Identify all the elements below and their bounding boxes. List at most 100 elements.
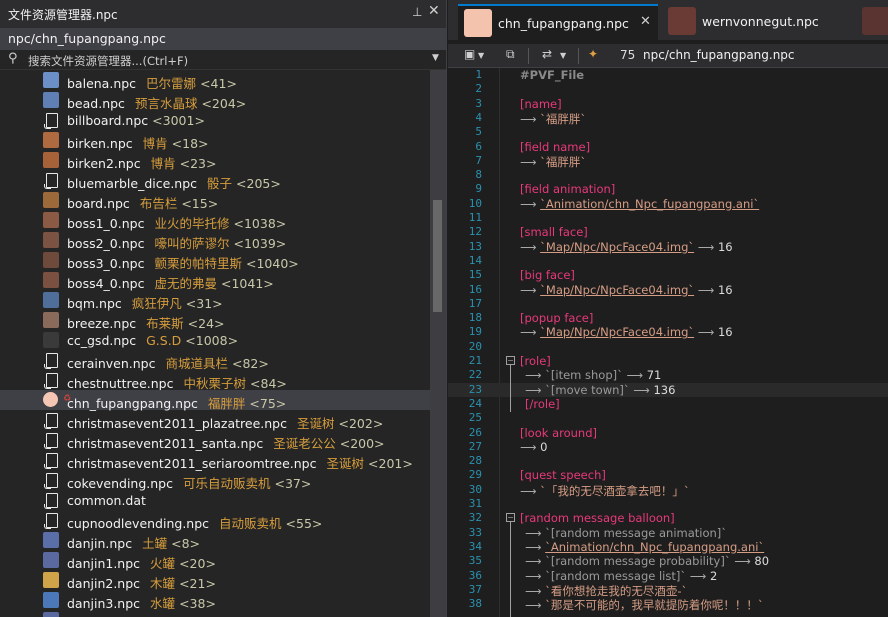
code-token: ⟶ [525, 568, 546, 583]
file-list-item[interactable]: cerainven.npc 商城道具栏 <82> [0, 350, 430, 371]
code-text: ⟶ `Map/Npc/NpcFace04.img` ⟶ 16 [520, 240, 733, 254]
file-name-text: christmasevent2011_seriaroomtree.npc [67, 456, 317, 471]
line-number: 19 [468, 325, 482, 339]
code-token: [big face] [520, 268, 575, 283]
current-path-text: npc/chn_fupangpang.npc [8, 31, 166, 46]
save-icon[interactable]: ▣ [464, 47, 475, 61]
file-list-item[interactable]: cokevending.npc 可乐自动贩卖机 <37> [0, 470, 430, 491]
chevron-down-icon[interactable]: ▼ [478, 51, 484, 60]
explorer-search-bar[interactable]: ⚲ 搜索文件资源管理器...(Ctrl+F) ▼ [0, 50, 446, 70]
code-text: [big face] [520, 268, 575, 282]
code-token: ⟶ [520, 325, 541, 340]
line-number: 10 [468, 196, 482, 210]
split-view-icon[interactable]: ⧉ [506, 47, 515, 62]
file-list-item[interactable]: bqm.npc 疯狂伊凡 <31> [0, 290, 430, 311]
file-list-item[interactable]: boss4_0.npc 虚无的弗曼 <1041> [0, 270, 430, 291]
code-token: [random message balloon] [520, 511, 675, 526]
scroll-document-icon [43, 432, 59, 449]
code-token: [/role] [525, 396, 560, 411]
file-list-item[interactable]: christmasevent2011_plazatree.npc 圣诞树 <202> [0, 410, 430, 431]
file-list-item[interactable]: ♻ chn_fupangpang.npc 福胖胖 <75> [0, 390, 430, 411]
code-line: 17 [448, 297, 888, 311]
file-list-item[interactable]: balena.npc 巴尔雷娜 <41> [0, 70, 430, 91]
file-path: npc/chn_fupangpang.npc [643, 48, 795, 62]
code-token: 0 [540, 439, 548, 454]
tab-wernvonnegut[interactable]: wernvonnegut.npc [662, 4, 852, 40]
code-text: [field animation] [520, 182, 615, 196]
code-line: 38 ⟶ `那是不可能的，我早就提防着你呢！！！` [448, 597, 888, 612]
file-list-item[interactable]: christmasevent2011_seriaroomtree.npc 圣诞树 <… [0, 450, 430, 471]
file-list-item[interactable]: christmasevent2011_santa.npc 圣诞老公公 <200> [0, 430, 430, 451]
code-token: [field animation] [520, 182, 616, 197]
code-token: ⟶ [520, 439, 541, 454]
npc-display-name: 预言水晶球 [134, 96, 198, 111]
npc-display-name: G.S.D [146, 333, 182, 348]
code-editor[interactable]: 1 #PVF_File 2 3 [name] 4 ⟶ `福胖胖` 5 6 [field name]… [448, 68, 888, 617]
line-number: 31 [468, 497, 482, 510]
npc-avatar-icon [43, 132, 59, 148]
npc-id: <1039> [233, 236, 287, 251]
file-list-item[interactable]: breeze.npc 布莱斯 <24> [0, 310, 430, 331]
code-text: ⟶ `[item shop]` ⟶ 71 [525, 368, 661, 382]
npc-id: <37> [274, 476, 312, 491]
pin-icon[interactable]: ⊥ [412, 5, 422, 19]
file-list-item[interactable]: billboard.npc <3001> [0, 110, 430, 130]
code-token: ⟶ [520, 282, 541, 297]
chevron-down-icon[interactable]: ▼ [432, 53, 439, 63]
close-tab-icon[interactable]: ✕ [640, 14, 651, 29]
file-list-item[interactable]: cc_gsd.npc G.S.D <1008> [0, 330, 430, 350]
code-token: `Animation/chn_Npc_fupangpang.ani` [545, 539, 765, 554]
file-name-text: balena.npc [67, 76, 137, 91]
file-list-item[interactable]: boss2_0.npc 嚎叫的萨谬尔 <1039> [0, 230, 430, 251]
file-list-item[interactable]: boss1_0.npc 业火的毕托修 <1038> [0, 210, 430, 231]
code-token: ⟶ [694, 282, 718, 297]
file-list-item[interactable]: bluemarble_dice.npc 骰子 <205> [0, 170, 430, 191]
code-text: [quest speech] [520, 468, 606, 482]
search-input[interactable]: 搜索文件资源管理器...(Ctrl+F) [28, 53, 188, 69]
code-token: 16 [717, 325, 733, 340]
close-icon[interactable]: ✕ [428, 3, 440, 19]
line-number: 5 [475, 125, 482, 139]
line-number: 15 [468, 268, 482, 282]
file-list-item[interactable]: danjin.npc 土罐 <8> [0, 530, 430, 551]
file-list-item[interactable]: boss3_0.npc 颤栗的帕特里斯 <1040> [0, 250, 430, 271]
npc-display-name: 博肯 [150, 156, 176, 171]
fold-toggle-icon[interactable]: − [506, 356, 515, 365]
file-list-item[interactable]: chestnuttree.npc 中秋栗子树 <84> [0, 370, 430, 391]
npc-face-icon [43, 392, 58, 407]
file-list-item[interactable]: bead.npc 预言水晶球 <204> [0, 90, 430, 111]
file-list-item[interactable]: common.dat [0, 490, 430, 510]
file-list-item[interactable]: danjin1.npc 火罐 <20> [0, 550, 430, 571]
chevron-down-icon[interactable]: ▼ [560, 51, 566, 60]
code-token: [name] [520, 96, 562, 111]
file-list-item[interactable]: danjin3.npc 水罐 <38> [0, 590, 430, 611]
npc-display-name: 巴尔雷娜 [146, 76, 197, 91]
file-list-item[interactable]: danjin4.npc金罐<44> [0, 610, 430, 617]
branch-icon[interactable]: ⇄ [542, 47, 552, 61]
npc-face-icon [464, 9, 492, 37]
line-number: 9 [475, 182, 482, 196]
code-text: ⟶ `[random message list]` ⟶ 2 [525, 569, 717, 583]
npc-avatar-icon [862, 7, 888, 35]
code-token: #PVF_File [520, 68, 585, 82]
line-number: 2 [475, 82, 482, 96]
file-name-text: bead.npc [67, 96, 125, 111]
file-list-item[interactable]: danjin2.npc 木罐 <21> [0, 570, 430, 591]
code-token: ⟶ [520, 111, 541, 126]
fold-toggle-icon[interactable]: − [506, 513, 515, 523]
navigate-icon[interactable]: ✦ [588, 47, 598, 61]
file-list-item[interactable]: cupnoodlevending.npc 自动贩卖机 <55> [0, 510, 430, 531]
code-token: [popup face] [520, 311, 594, 326]
tab-overflow[interactable] [856, 4, 888, 40]
code-token: `福胖胖` [540, 154, 587, 169]
file-list-item[interactable]: board.npc 布告栏 <15> [0, 190, 430, 211]
npc-avatar-icon [43, 532, 59, 548]
scrollbar-thumb[interactable] [433, 200, 442, 312]
file-list-item[interactable]: birken2.npc 博肯 <23> [0, 150, 430, 171]
tab-chn-fupangpang[interactable]: chn_fupangpang.npc ✕ [458, 4, 658, 40]
npc-avatar-icon [43, 332, 59, 348]
code-text: ⟶ `Map/Npc/NpcFace04.img` ⟶ 16 [520, 283, 733, 297]
npc-display-name: 圣诞树 [326, 456, 365, 471]
file-list-scrollbar[interactable] [430, 70, 446, 617]
file-list-item[interactable]: birken.npc 博肯 <18> [0, 130, 430, 151]
